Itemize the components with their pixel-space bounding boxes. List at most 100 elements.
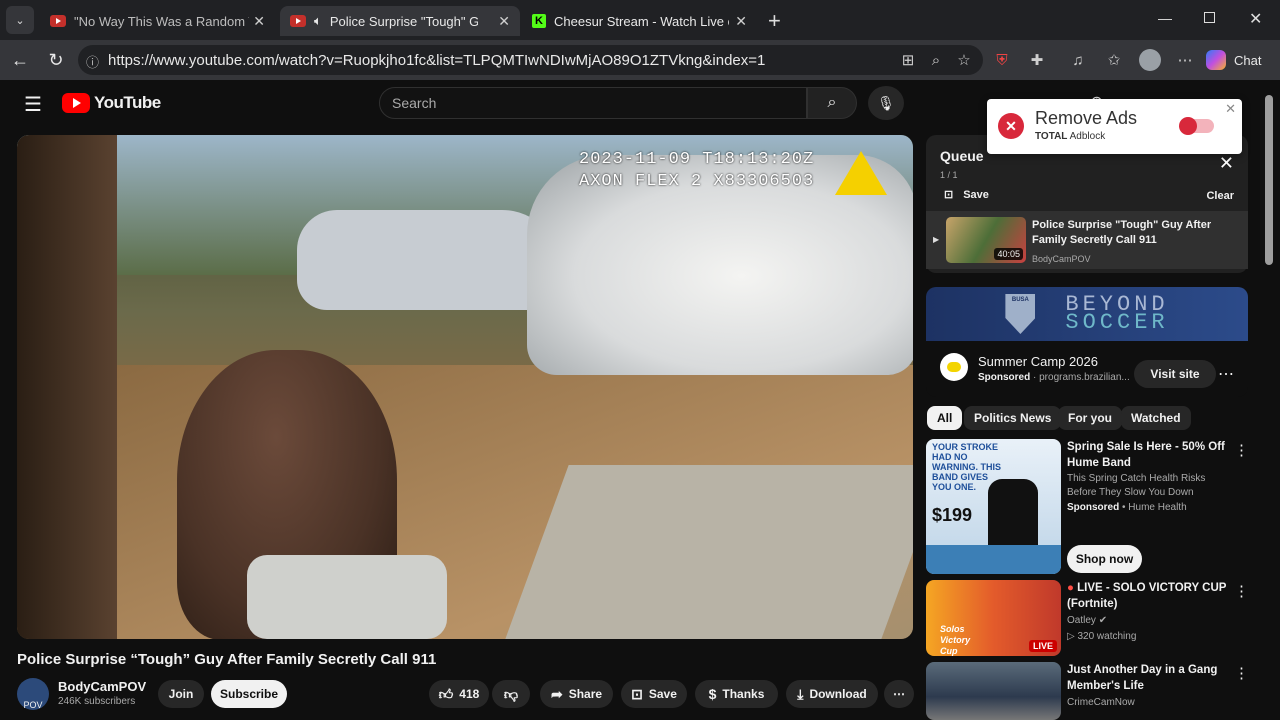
tab-2[interactable]: K Cheesur Stream - Watch Live on Ki ✕: [522, 6, 757, 36]
video-player[interactable]: 2023-11-09 T18:13:20Z AXON FLEX 2 X83306…: [17, 135, 913, 639]
sponsored-label: Sponsored: [1067, 502, 1120, 513]
adblock-logo-icon: ✕: [998, 113, 1024, 139]
subscribe-label: Subscribe: [219, 687, 279, 701]
search-button[interactable]: ⌕: [807, 87, 857, 119]
like-button[interactable]: 👍︎ 418: [429, 680, 489, 708]
recommendation-title-text: LIVE - SOLO VICTORY CUP (Fortnite): [1067, 582, 1227, 610]
recommendation-channel: CrimeCamNow: [1067, 697, 1135, 708]
save-label: Save: [648, 687, 677, 701]
youtube-logo[interactable]: YouTube: [62, 93, 161, 113]
save-button[interactable]: ⊡ Save: [621, 680, 687, 708]
close-queue-icon[interactable]: ✕: [1219, 153, 1234, 174]
thanks-button[interactable]: $ Thanks: [695, 680, 778, 708]
chip-for-you[interactable]: For you: [1058, 406, 1122, 430]
queue-clear-button[interactable]: Clear: [1206, 190, 1234, 202]
url-text: https://www.youtube.com/watch?v=Ruopkjho…: [108, 51, 766, 69]
more-icon[interactable]: ⋮: [1234, 664, 1249, 682]
adblock-extension-icon[interactable]: ⛨: [992, 50, 1012, 70]
thumb-price: $199: [932, 505, 973, 525]
more-icon[interactable]: ⋯: [1218, 364, 1234, 384]
join-button[interactable]: Join: [158, 680, 204, 708]
more-actions-button[interactable]: ⋯: [884, 680, 914, 708]
restore-icon[interactable]: [1204, 12, 1215, 23]
queue-save-button[interactable]: ⊡ Save: [944, 188, 989, 202]
download-button[interactable]: ⤓ Download: [786, 680, 878, 708]
queue-item-title: Police Surprise "Tough" Guy After Family…: [1032, 219, 1212, 246]
adblock-title: Remove Ads: [1035, 108, 1138, 128]
live-viewers-icon: ▷: [1067, 631, 1078, 642]
video-frame-tree: [17, 135, 117, 639]
new-tab-icon[interactable]: +: [768, 8, 781, 34]
shop-now-button[interactable]: Shop now: [1067, 545, 1142, 573]
advertiser-name: • Hume Health: [1119, 502, 1187, 513]
copilot-chat-button[interactable]: Chat: [1206, 46, 1272, 74]
app-available-icon[interactable]: ⊞: [898, 50, 918, 70]
banner-line-2: SOCCER: [1065, 310, 1169, 335]
ad-title: Summer Camp 2026: [978, 354, 1098, 369]
extensions-icon[interactable]: ✚: [1027, 50, 1047, 70]
timestamp-line-1: 2023-11-09 T18:13:20Z: [579, 150, 815, 169]
toolbar: ← ↻ ⓘ https://www.youtube.com/watch?v=Ru…: [0, 40, 1280, 80]
search-input[interactable]: Search: [379, 87, 807, 119]
recommendation-ad[interactable]: YOUR STROKE HAD NO WARNING. THIS BAND GI…: [926, 439, 1266, 574]
address-bar[interactable]: ⓘ https://www.youtube.com/watch?v=Ruopkj…: [78, 45, 983, 75]
axon-logo-icon: [835, 151, 887, 195]
favorite-star-icon[interactable]: ☆: [954, 50, 974, 70]
ad-banner-text: BEYOND SOCCER: [1065, 294, 1169, 335]
download-label: Download: [809, 687, 867, 701]
share-button[interactable]: ➦ Share: [540, 680, 613, 708]
voice-search-button[interactable]: 🎙︎: [868, 86, 904, 120]
chip-all[interactable]: All: [927, 406, 963, 430]
remove-ads-toggle[interactable]: [1179, 117, 1214, 135]
zoom-icon[interactable]: ⌕: [926, 50, 946, 70]
recommendation-video[interactable]: Just Another Day in a Gang Member's Life…: [926, 662, 1266, 720]
scrollbar[interactable]: [1265, 95, 1273, 265]
refresh-icon[interactable]: ↻: [44, 48, 68, 72]
close-window-icon[interactable]: ✕: [1249, 9, 1262, 29]
sponsored-ad[interactable]: BUSA BEYOND SOCCER Summer Camp 2026 Spon…: [926, 287, 1248, 397]
back-icon[interactable]: ←: [8, 48, 32, 72]
favorites-icon[interactable]: ✩: [1104, 50, 1124, 70]
live-badge: LIVE: [1028, 640, 1057, 652]
more-icon[interactable]: ⋮: [1234, 582, 1249, 600]
ad-banner: BUSA BEYOND SOCCER: [926, 287, 1248, 341]
avatar-text: POV: [23, 700, 43, 710]
close-popup-icon[interactable]: ✕: [1225, 101, 1236, 117]
tab-1[interactable]: 🔈︎ Police Surprise "Tough" Guy A ✕: [280, 6, 520, 36]
chip-watched[interactable]: Watched: [1121, 406, 1191, 430]
visit-site-button[interactable]: Visit site: [1134, 360, 1216, 388]
tab-list-dropdown[interactable]: ⌄: [6, 6, 34, 34]
site-info-icon[interactable]: ⓘ: [86, 52, 99, 71]
more-menu-icon[interactable]: ⋯: [1175, 50, 1195, 70]
recommendation-live[interactable]: Solos Victory Cup LIVE ● LIVE - SOLO VIC…: [926, 580, 1266, 656]
join-label: Join: [168, 687, 194, 701]
download-icon: ⤓: [797, 685, 804, 702]
profile-avatar[interactable]: [1139, 49, 1161, 71]
subscriber-count: 246K subscribers: [58, 696, 136, 707]
tab-close-icon[interactable]: ✕: [498, 13, 510, 30]
queue-item[interactable]: ▶ 40:05 Police Surprise "Tough" Guy Afte…: [926, 211, 1248, 269]
minimize-icon[interactable]: —: [1158, 10, 1172, 26]
more-icon[interactable]: ⋮: [1234, 441, 1249, 459]
subscribe-button[interactable]: Subscribe: [211, 680, 287, 708]
channel-avatar[interactable]: POV: [17, 678, 49, 710]
recommendation-thumbnail: [926, 662, 1061, 720]
share-label: Share: [568, 687, 603, 701]
video-frame-walkway: [505, 465, 913, 639]
media-icon[interactable]: ♫: [1068, 50, 1088, 70]
brand-bold: TOTAL: [1035, 131, 1068, 142]
speaker-icon[interactable]: 🔈︎: [314, 13, 322, 29]
now-playing-icon: ▶: [933, 235, 940, 244]
dislike-button[interactable]: 👎︎: [492, 680, 530, 708]
tab-close-icon[interactable]: ✕: [253, 13, 265, 30]
recommendation-title: Spring Sale Is Here - 50% Off Hume Band: [1067, 441, 1225, 469]
guide-menu-icon[interactable]: ☰: [24, 92, 42, 117]
tab-title: Police Surprise "Tough" Guy A: [329, 13, 478, 29]
thanks-label: Thanks: [722, 687, 765, 701]
tab-close-icon[interactable]: ✕: [735, 13, 747, 30]
chip-politics-news[interactable]: Politics News: [964, 406, 1062, 430]
tab-0[interactable]: "No Way This Was a Random Traffi ✕: [40, 6, 275, 36]
youtube-favicon-icon: [290, 15, 306, 27]
brand-text: Adblock: [1067, 131, 1106, 142]
channel-name[interactable]: BodyCamPOV: [58, 679, 146, 694]
